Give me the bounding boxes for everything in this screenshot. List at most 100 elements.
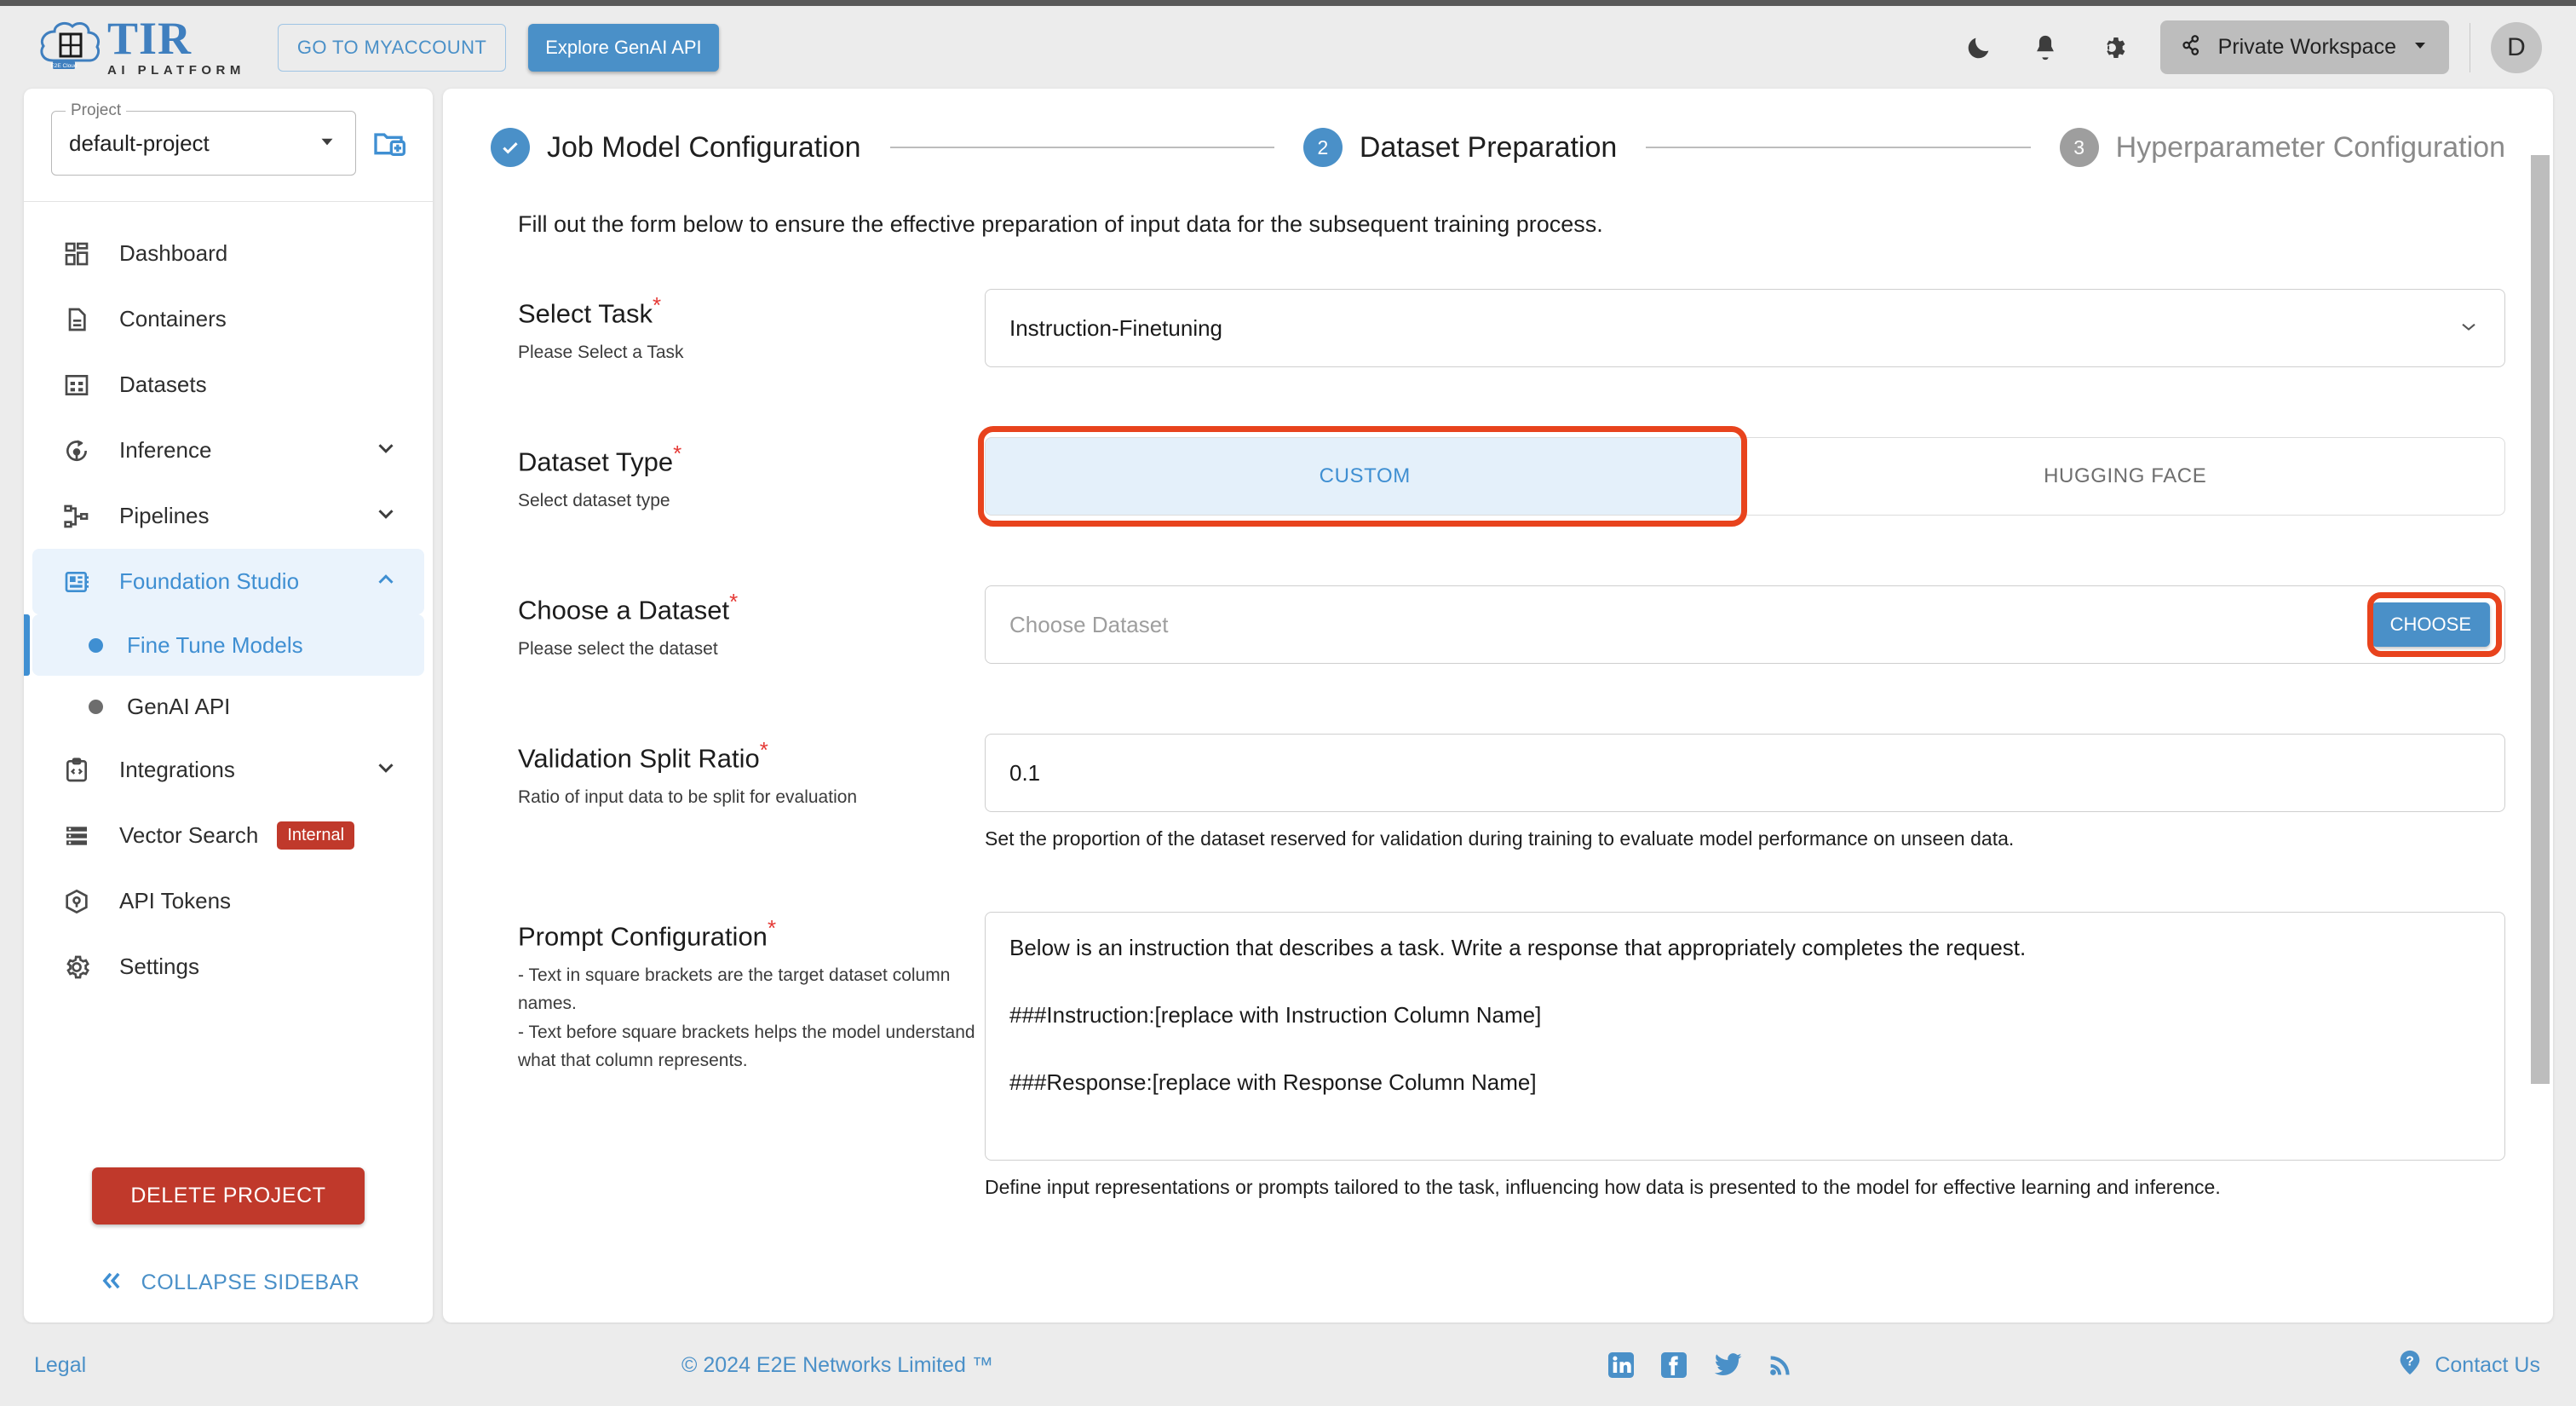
sidebar-nav: Dashboard Containers Datasets Inference … <box>24 202 433 1167</box>
footer-copyright: © 2024 E2E Networks Limited ™ <box>681 1352 993 1377</box>
prompt-line-1: Below is an instruction that describes a… <box>1009 935 2027 960</box>
table-icon <box>58 372 95 399</box>
bullet-icon <box>89 637 103 653</box>
cloud-logo-icon: E2E Cloud <box>37 20 104 74</box>
form-row-validation-split: Validation Split Ratio* Ratio of input d… <box>491 734 2505 850</box>
sidebar-item-integrations[interactable]: Integrations <box>32 737 424 803</box>
sidebar-item-settings[interactable]: Settings <box>32 934 424 1000</box>
sidebar-item-fine-tune-models[interactable]: Fine Tune Models <box>24 614 424 676</box>
question-mark-pin-icon: ? <box>2395 1348 2424 1383</box>
tir-logo[interactable]: E2E Cloud TIR AI PLATFORM <box>37 12 245 78</box>
form-row-choose-dataset: Choose a Dataset* Please select the data… <box>491 585 2505 664</box>
collapse-sidebar-label: COLLAPSE SIDEBAR <box>141 1271 360 1294</box>
validation-split-helper: Set the proportion of the dataset reserv… <box>985 827 2015 850</box>
twitter-icon[interactable] <box>1711 1350 1744 1380</box>
workspace-icon <box>2179 32 2205 62</box>
select-task-value: Instruction-Finetuning <box>1009 314 1223 341</box>
explore-genai-api-button[interactable]: Explore GenAI API <box>528 23 719 72</box>
prompt-configuration-textarea[interactable]: Below is an instruction that describes a… <box>985 912 2505 1161</box>
validation-split-label: Validation Split Ratio* <box>518 737 768 774</box>
step-dataset-preparation[interactable]: 2 Dataset Preparation <box>1302 128 1617 167</box>
sidebar-item-pipelines[interactable]: Pipelines <box>32 483 424 549</box>
sidebar-item-label: Containers <box>119 306 227 331</box>
sidebar: Project default-project Dashboard Contai… <box>24 89 433 1322</box>
main-scrollbar[interactable] <box>2527 89 2553 1322</box>
collapse-sidebar-button[interactable]: COLLAPSE SIDEBAR <box>49 1269 407 1297</box>
document-icon <box>58 306 95 333</box>
pipeline-icon <box>58 503 95 530</box>
new-folder-icon[interactable] <box>371 126 405 160</box>
chevron-down-icon <box>373 755 399 785</box>
choose-dataset-input[interactable]: Choose Dataset <box>985 585 2505 664</box>
step-connector <box>889 147 1274 148</box>
sidebar-item-containers[interactable]: Containers <box>32 286 424 352</box>
step-hyperparameter-configuration[interactable]: 3 Hyperparameter Configuration <box>2059 128 2505 167</box>
app-footer: Legal © 2024 E2E Networks Limited ™ ? Co… <box>0 1324 2576 1406</box>
sidebar-item-label: Datasets <box>119 372 207 397</box>
validation-split-input[interactable]: 0.1 <box>985 734 2505 812</box>
sidebar-item-label: Dashboard <box>119 240 228 266</box>
gear-icon[interactable] <box>2089 25 2135 71</box>
linkedin-icon[interactable] <box>1606 1350 1636 1380</box>
dataset-type-option-hugging-face[interactable]: HUGGING FACE <box>1745 437 2505 516</box>
prompt-configuration-helper: Define input representations or prompts … <box>985 1176 2221 1198</box>
svg-text:E2E Cloud: E2E Cloud <box>50 63 77 69</box>
cube-icon <box>58 888 95 915</box>
choose-dataset-sublabel: Please select the dataset <box>518 639 718 660</box>
project-select-legend: Project <box>66 101 127 120</box>
step-1-label: Job Model Configuration <box>547 130 861 164</box>
chevron-up-icon <box>373 567 399 596</box>
header-actions: Private Workspace D <box>1946 20 2542 74</box>
main-scrollbar-thumb[interactable] <box>2531 155 2550 1084</box>
step-3-circle: 3 <box>2059 128 2099 167</box>
bullet-icon <box>89 699 103 714</box>
dataset-type-option-custom[interactable]: CUSTOM <box>985 437 1745 516</box>
foundation-studio-icon <box>58 568 95 596</box>
sidebar-item-genai-api[interactable]: GenAI API <box>32 676 424 737</box>
prompt-line-2: ###Instruction:[replace with Instruction… <box>1009 1002 1542 1028</box>
dataset-type-sublabel: Select dataset type <box>518 491 670 511</box>
footer-legal-link[interactable]: Legal <box>34 1353 86 1378</box>
prompt-line-3: ###Response:[replace with Response Colum… <box>1009 1069 1537 1095</box>
app-header: E2E Cloud TIR AI PLATFORM GO TO MYACCOUN… <box>0 6 2576 89</box>
step-2-circle: 2 <box>1302 128 1343 167</box>
workspace-selector[interactable]: Private Workspace <box>2159 20 2449 74</box>
main-content-card: Job Model Configuration 2 Dataset Prepar… <box>443 89 2553 1322</box>
sidebar-item-datasets[interactable]: Datasets <box>32 352 424 418</box>
form-row-prompt-configuration: Prompt Configuration* - Text in square b… <box>491 912 2505 1199</box>
project-select[interactable]: Project default-project <box>51 101 356 176</box>
sidebar-item-foundation-studio[interactable]: Foundation Studio <box>32 549 424 614</box>
avatar[interactable]: D <box>2491 21 2542 73</box>
prompt-configuration-label: Prompt Configuration* <box>518 915 777 952</box>
select-task-dropdown[interactable]: Instruction-Finetuning <box>985 289 2505 367</box>
form-row-select-task: Select Task* Please Select a Task Instru… <box>491 289 2505 367</box>
rss-icon[interactable] <box>1766 1351 1795 1380</box>
step-job-model-configuration[interactable]: Job Model Configuration <box>491 128 861 167</box>
sidebar-item-label: Pipelines <box>119 503 210 528</box>
choose-dataset-button[interactable]: CHOOSE <box>2371 602 2490 647</box>
bell-icon[interactable] <box>2022 25 2068 71</box>
sidebar-item-vector-search[interactable]: Vector Search Internal <box>32 803 424 868</box>
delete-project-button[interactable]: DELETE PROJECT <box>92 1167 365 1224</box>
sidebar-item-label: Inference <box>119 437 212 463</box>
sidebar-item-dashboard[interactable]: Dashboard <box>32 221 424 286</box>
moon-icon[interactable] <box>1956 25 2002 71</box>
go-to-myaccount-button[interactable]: GO TO MYACCOUNT <box>277 23 507 72</box>
logo-title: TIR <box>107 12 193 64</box>
sidebar-item-api-tokens[interactable]: API Tokens <box>32 868 424 934</box>
step-1-circle-check-icon <box>491 128 530 167</box>
sidebar-item-label: Vector Search <box>119 822 259 848</box>
sidebar-item-label: API Tokens <box>119 888 232 913</box>
sidebar-item-inference[interactable]: Inference <box>32 418 424 483</box>
footer-social-links <box>1606 1350 1795 1380</box>
prompt-configuration-sublabel-2: - Text before square brackets helps the … <box>518 1023 975 1070</box>
facebook-icon[interactable] <box>1659 1350 1689 1380</box>
sidebar-item-label: Settings <box>119 954 199 979</box>
inference-icon <box>58 437 95 464</box>
step-connector <box>1646 147 2031 148</box>
footer-contact-us[interactable]: ? Contact Us <box>2395 1348 2540 1383</box>
sidebar-footer: DELETE PROJECT COLLAPSE SIDEBAR <box>24 1167 433 1322</box>
gear-icon <box>58 954 95 981</box>
project-select-value: default-project <box>69 130 210 156</box>
dataset-type-label: Dataset Type* <box>518 441 682 477</box>
